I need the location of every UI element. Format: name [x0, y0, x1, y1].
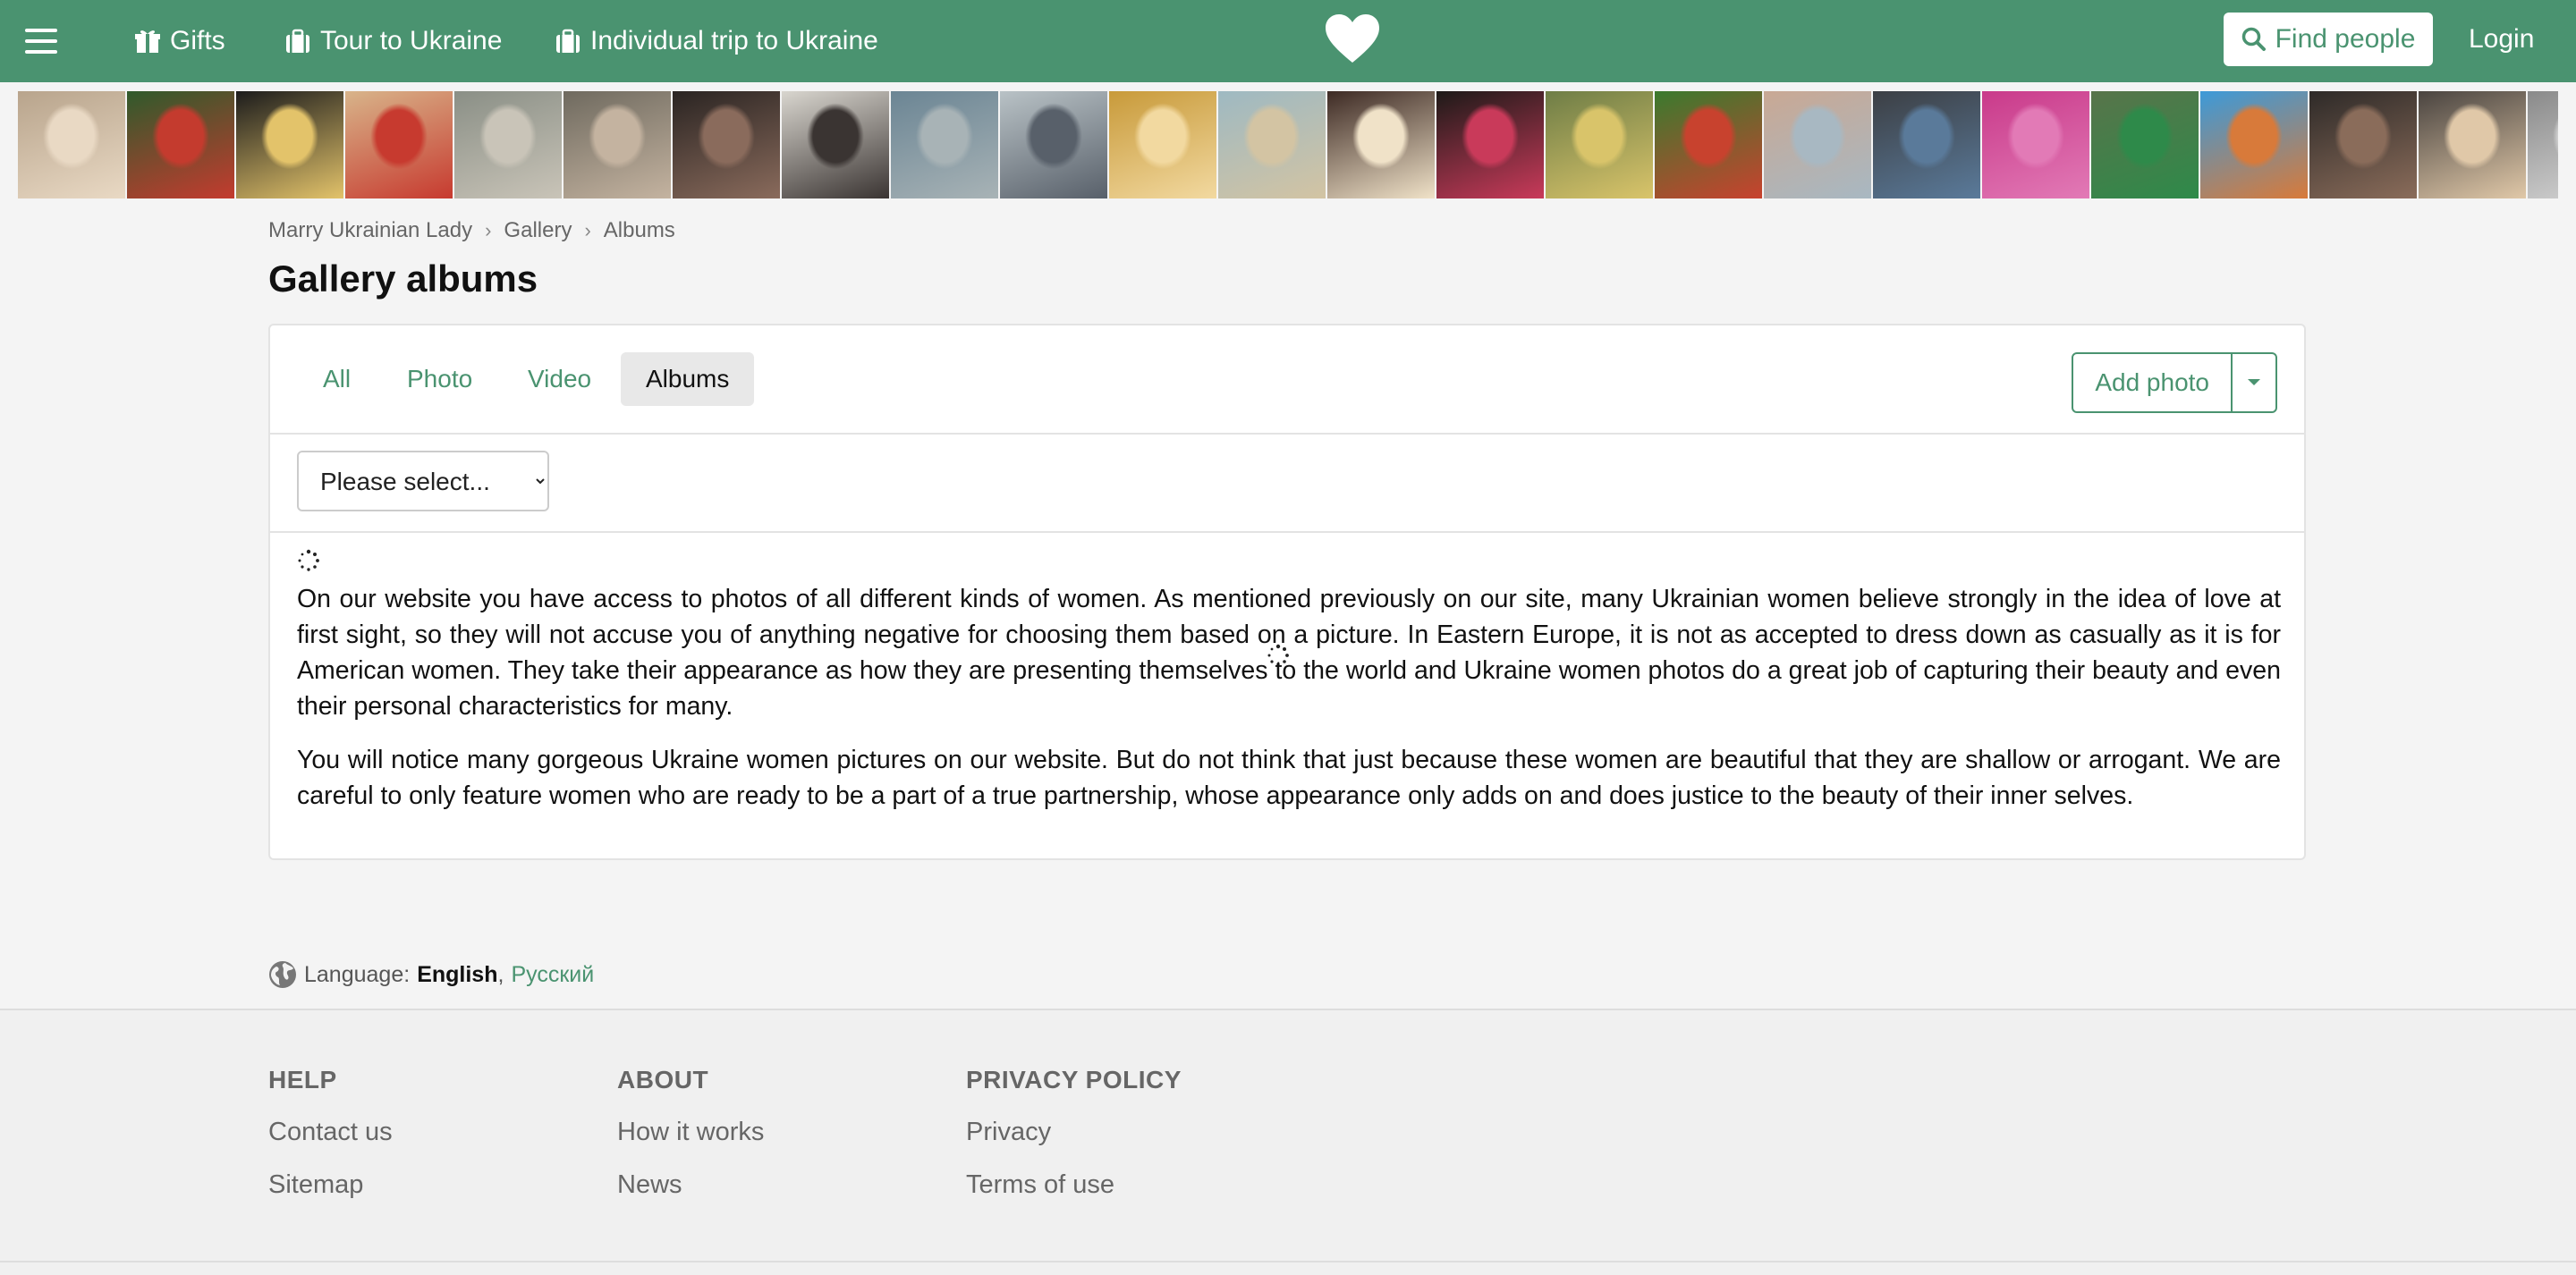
gallery-panel: All Photo Video Albums Add photo Please …	[268, 324, 2306, 860]
member-thumbnail[interactable]	[1436, 91, 1544, 198]
footer-help-column: HELP Contact us Sitemap	[268, 1066, 393, 1200]
loading-spinner-icon	[298, 549, 319, 571]
chevron-right-icon: ›	[584, 219, 591, 241]
member-thumbnail[interactable]	[1218, 91, 1326, 198]
footer-news-link[interactable]: News	[617, 1170, 764, 1200]
caret-down-icon	[2248, 379, 2260, 385]
footer-privacy-link[interactable]: Privacy	[966, 1118, 1182, 1147]
member-thumbnail[interactable]	[1873, 91, 1980, 198]
member-thumbnail[interactable]	[345, 91, 453, 198]
member-thumbnail[interactable]	[2309, 91, 2417, 198]
heart-icon[interactable]	[1326, 14, 1379, 64]
footer-about-title: ABOUT	[617, 1066, 709, 1093]
suitcase-icon	[286, 29, 309, 53]
member-thumbnail[interactable]	[2091, 91, 2199, 198]
intro-paragraph: On our website you have access to photos…	[297, 585, 2281, 721]
chevron-right-icon: ›	[485, 219, 492, 241]
site-footer: HELP Contact us Sitemap ABOUT How it wor…	[0, 1009, 2576, 1275]
breadcrumb-gallery[interactable]: Gallery	[504, 218, 572, 243]
member-thumbnail[interactable]	[127, 91, 234, 198]
footer-terms-link[interactable]: Terms of use	[966, 1170, 1182, 1200]
member-thumbnail[interactable]	[673, 91, 780, 198]
nav-tour-label: Tour to Ukraine	[320, 26, 503, 55]
footer-divider	[0, 1261, 2576, 1262]
gift-icon	[135, 30, 160, 53]
find-people-label: Find people	[2275, 24, 2416, 54]
member-thumbnail[interactable]	[1000, 91, 1107, 198]
nav-individual-trip-link[interactable]: Individual trip to Ukraine	[555, 21, 878, 61]
tab-video[interactable]: Video	[503, 352, 616, 406]
search-icon	[2241, 27, 2266, 51]
language-current: English	[417, 961, 498, 987]
member-thumbnail[interactable]	[2200, 91, 2308, 198]
language-russian-link[interactable]: Русский	[511, 962, 594, 988]
member-thumbnail[interactable]	[2419, 91, 2526, 198]
nav-gifts-link[interactable]: Gifts	[134, 21, 225, 61]
member-thumbnail[interactable]	[454, 91, 562, 198]
gallery-tabs: All Photo Video Albums Add photo	[270, 325, 2304, 435]
top-navbar: Gifts Tour to Ukraine Individual trip to…	[0, 0, 2576, 82]
member-thumbnail[interactable]	[564, 91, 671, 198]
add-photo-dropdown-toggle[interactable]	[2231, 354, 2275, 411]
hamburger-menu-icon[interactable]	[25, 29, 57, 54]
nav-individual-trip-label: Individual trip to Ukraine	[590, 26, 878, 55]
add-photo-button-group: Add photo	[2072, 352, 2277, 413]
footer-about-column: ABOUT How it works News	[617, 1066, 764, 1200]
footer-privacy-column: PRIVACY POLICY Privacy Terms of use	[966, 1066, 1182, 1200]
member-thumbnail[interactable]	[1764, 91, 1871, 198]
member-thumbnail[interactable]	[782, 91, 889, 198]
language-switcher: Language: English, Русский	[268, 960, 594, 989]
login-link[interactable]: Login	[2469, 21, 2534, 57]
tab-all[interactable]: All	[298, 352, 376, 406]
member-thumbnail[interactable]	[1982, 91, 2089, 198]
language-separator: ,	[497, 961, 504, 987]
globe-icon	[269, 961, 296, 988]
footer-contact-link[interactable]: Contact us	[268, 1118, 393, 1147]
page-title: Gallery albums	[268, 258, 538, 300]
tab-albums[interactable]: Albums	[621, 352, 755, 406]
member-thumbnail[interactable]	[1109, 91, 1216, 198]
album-filter-row: Please select...	[270, 433, 2304, 533]
add-photo-button[interactable]: Add photo	[2073, 354, 2231, 411]
footer-privacy-title: PRIVACY POLICY	[966, 1066, 1182, 1093]
member-thumbnail[interactable]	[1327, 91, 1435, 198]
member-thumbnail[interactable]	[891, 91, 998, 198]
footer-help-title: HELP	[268, 1066, 337, 1093]
find-people-button[interactable]: Find people	[2224, 13, 2433, 66]
suitcase-icon	[556, 29, 580, 53]
breadcrumb: Marry Ukrainian Lady › Gallery › Albums	[268, 218, 675, 243]
member-photo-strip	[18, 91, 2558, 198]
member-thumbnail[interactable]	[236, 91, 343, 198]
tab-photo[interactable]: Photo	[382, 352, 497, 406]
album-select[interactable]: Please select...	[297, 451, 549, 511]
breadcrumb-home[interactable]: Marry Ukrainian Lady	[268, 218, 472, 243]
footer-sitemap-link[interactable]: Sitemap	[268, 1170, 393, 1200]
member-thumbnail[interactable]	[1546, 91, 1653, 198]
language-label: Language:	[304, 961, 411, 987]
member-thumbnail[interactable]	[2528, 91, 2558, 198]
second-paragraph: You will notice many gorgeous Ukraine wo…	[297, 746, 2281, 810]
nav-tour-link[interactable]: Tour to Ukraine	[284, 21, 502, 61]
nav-gifts-label: Gifts	[170, 26, 225, 55]
breadcrumb-current: Albums	[603, 218, 675, 242]
footer-how-it-works-link[interactable]: How it works	[617, 1118, 764, 1147]
member-thumbnail[interactable]	[18, 91, 125, 198]
member-thumbnail[interactable]	[1655, 91, 1762, 198]
